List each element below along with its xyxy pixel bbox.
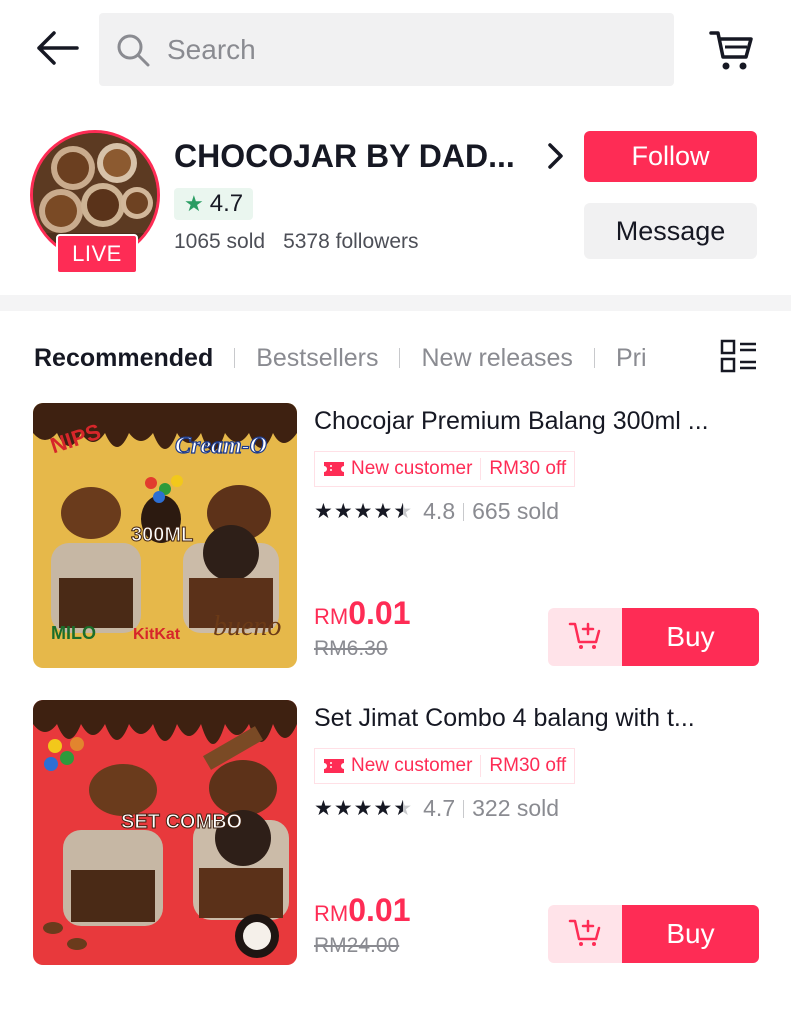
original-price: RM6.30 — [314, 637, 388, 660]
shop-rating-badge: ★ 4.7 — [174, 188, 254, 220]
image-size-label: 300ML — [131, 524, 193, 546]
live-badge: LIVE — [56, 234, 138, 274]
image-brand-label: MILO — [51, 623, 96, 643]
arrow-left-icon — [35, 30, 79, 71]
top-bar — [0, 0, 791, 100]
product-price: RM0.01 — [314, 892, 411, 929]
promo-value: RM30 off — [489, 755, 567, 776]
shop-rating: 4.7 — [209, 190, 244, 217]
buy-button[interactable]: Buy — [622, 905, 759, 963]
rating-value: 4.7 — [423, 795, 456, 821]
sold-count: 322 sold — [472, 795, 560, 821]
category-tabs: Recommended Bestsellers New releases Pri — [34, 336, 739, 380]
product-price: RM0.01 — [314, 595, 411, 632]
message-button[interactable]: Message — [584, 203, 757, 259]
tab-bestsellers[interactable]: Bestsellers — [256, 344, 378, 373]
view-toggle-button[interactable] — [716, 338, 762, 378]
product-card[interactable]: 300ML NIPS Cream-O MILO KitKat bueno Cho… — [33, 403, 759, 668]
shop-stats: 1065 sold 5378 followers — [174, 230, 419, 254]
promo-badge: New customer RM30 off — [314, 748, 576, 784]
shop-followers: 5378 followers — [283, 230, 419, 253]
image-brand-label: bueno — [213, 611, 281, 642]
grid-list-view-icon — [720, 339, 758, 378]
add-to-cart-button[interactable] — [548, 608, 622, 666]
product-rating: ★★★★★ 4.7 322 sold — [314, 795, 559, 822]
back-button[interactable] — [30, 24, 84, 76]
rating-value: 4.8 — [423, 498, 456, 524]
follow-button[interactable]: Follow — [584, 131, 757, 182]
price-currency: RM — [314, 901, 349, 926]
promo-label: New customer — [351, 755, 482, 777]
promo-badge: New customer RM30 off — [314, 451, 576, 487]
star-rating-icon: ★★★★★ — [314, 797, 414, 820]
cart-button[interactable] — [703, 24, 759, 80]
ticket-icon — [323, 758, 345, 774]
product-card[interactable]: SET COMBO Set Jimat Combo 4 balang with … — [33, 700, 759, 965]
add-to-cart-button[interactable] — [548, 905, 622, 963]
image-combo-label: SET COMBO — [121, 811, 242, 833]
shop-details-chevron[interactable] — [546, 138, 576, 178]
shop-name[interactable]: CHOCOJAR BY DAD... — [174, 138, 515, 175]
star-rating-icon: ★★★★★ — [314, 500, 414, 523]
image-brand-label: Cream-O — [175, 433, 267, 459]
rating-separator — [463, 799, 465, 818]
product-title[interactable]: Set Jimat Combo 4 balang with t... — [314, 704, 695, 733]
tab-recommended[interactable]: Recommended — [34, 344, 213, 373]
chevron-right-icon — [546, 142, 566, 175]
price-amount: 0.01 — [348, 595, 411, 631]
sold-count: 665 sold — [472, 498, 560, 524]
price-currency: RM — [314, 604, 349, 629]
tab-new-releases[interactable]: New releases — [421, 344, 572, 373]
tab-separator — [234, 348, 236, 368]
image-brand-label: KitKat — [133, 626, 181, 643]
search-input[interactable] — [165, 32, 649, 67]
tab-price[interactable]: Pri — [616, 344, 647, 373]
search-icon — [115, 32, 151, 68]
rating-separator — [463, 502, 465, 521]
tabs-fade — [680, 336, 720, 380]
ticket-icon — [323, 461, 345, 477]
star-icon: ★ — [184, 191, 204, 216]
product-rating: ★★★★★ 4.8 665 sold — [314, 498, 559, 525]
product-image: SET COMBO — [33, 700, 297, 965]
shopping-cart-icon — [707, 26, 755, 79]
price-amount: 0.01 — [348, 892, 411, 928]
original-price: RM24.00 — [314, 934, 400, 957]
promo-value: RM30 off — [489, 458, 567, 479]
add-to-cart-icon — [568, 620, 602, 655]
tab-separator — [593, 348, 595, 368]
buy-button[interactable]: Buy — [622, 608, 759, 666]
product-title[interactable]: Chocojar Premium Balang 300ml ... — [314, 407, 709, 436]
add-to-cart-icon — [568, 917, 602, 952]
search-bar[interactable] — [99, 13, 674, 86]
section-divider — [0, 295, 791, 311]
tab-separator — [399, 348, 401, 368]
promo-label: New customer — [351, 458, 482, 480]
shop-avatar[interactable]: LIVE — [30, 130, 160, 274]
shop-sold: 1065 sold — [174, 230, 266, 253]
product-image: 300ML NIPS Cream-O MILO KitKat bueno — [33, 403, 297, 668]
